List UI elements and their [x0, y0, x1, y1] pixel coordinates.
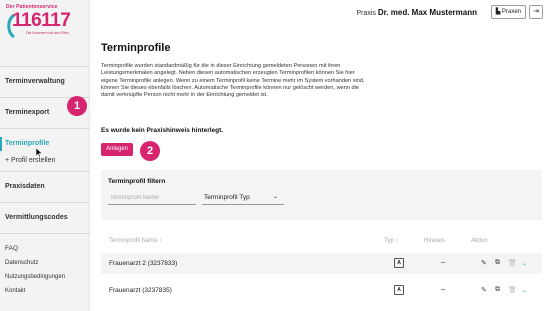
- profiles-table: Terminprofil Name ↕ Typ ↕ Hinweis Aktion…: [101, 232, 542, 301]
- chevron-down-icon[interactable]: ⌄: [522, 260, 527, 267]
- filter-title: Terminprofil filtern: [108, 178, 166, 185]
- praxen-button[interactable]: ▙ Praxen: [490, 5, 526, 19]
- sidebar-item-terminverwaltung[interactable]: Terminverwaltung: [0, 71, 90, 93]
- footer-link-datenschutz[interactable]: Datenschutz: [5, 256, 65, 270]
- row-name: Frauenarzt 2 (3237833): [109, 260, 178, 267]
- footer-link-kontakt[interactable]: Kontakt: [5, 284, 65, 298]
- divider: [0, 128, 90, 129]
- profile-type-select[interactable]: Terminprofil Typ ⌄: [202, 191, 284, 205]
- row-name: Frauenarzt (3237835): [109, 287, 172, 294]
- annotation-badge-2: 2: [140, 141, 160, 161]
- top-header: Praxis Dr. med. Max Mustermann ▙ Praxen …: [90, 0, 549, 26]
- footer-link-nutzungsbedingungen[interactable]: Nutzungsbedingungen: [5, 270, 65, 284]
- edit-pencil-icon[interactable]: ✎: [481, 286, 487, 294]
- column-header-aktion: Aktion: [471, 238, 488, 244]
- sidebar: Der Patientenservice 116117 Die Nummern …: [0, 0, 90, 311]
- table-header: Terminprofil Name ↕ Typ ↕ Hinweis Aktion: [101, 232, 542, 250]
- sidebar-item-vermittlungscodes[interactable]: Vermittlungscodes: [0, 207, 90, 229]
- logo-sub-text: Die Nummern mit den Elfen: [26, 31, 69, 35]
- logout-button[interactable]: ⇥: [529, 5, 543, 19]
- building-icon: ▙: [495, 9, 501, 15]
- column-header-hinweis: Hinweis: [424, 238, 446, 244]
- table-row[interactable]: Frauenarzt (3237835) A – ✎ ⧉ 🗑 ⌄: [101, 280, 542, 301]
- divider: [0, 171, 90, 172]
- type-badge: A: [394, 258, 404, 268]
- divider: [0, 233, 90, 234]
- chevron-down-icon: ⌄: [272, 194, 278, 200]
- footer-link-faq[interactable]: FAQ: [5, 242, 65, 256]
- edit-pencil-icon[interactable]: ✎: [481, 259, 487, 267]
- logo[interactable]: Der Patientenservice 116117 Die Nummern …: [6, 4, 86, 50]
- page-title: Terminprofile: [101, 42, 171, 54]
- mouse-cursor-icon: [35, 148, 43, 158]
- trash-icon[interactable]: 🗑: [508, 286, 517, 294]
- divider: [0, 202, 90, 203]
- row-hinweis: –: [441, 286, 445, 293]
- profile-name-filter-input[interactable]: [108, 191, 196, 205]
- praxis-hint: Es wurde kein Praxishinweis hinterlegt.: [101, 127, 224, 134]
- copy-icon[interactable]: ⧉: [495, 259, 500, 267]
- sidebar-item-praxisdaten[interactable]: Praxisdaten: [0, 176, 90, 198]
- type-badge: A: [394, 285, 404, 295]
- sidebar-item-terminprofile[interactable]: Terminprofile: [0, 133, 90, 155]
- trash-icon[interactable]: 🗑: [508, 259, 517, 267]
- praxis-info: Praxis Dr. med. Max Mustermann: [356, 8, 477, 17]
- praxis-label: Praxis: [356, 10, 376, 17]
- praxis-name: Dr. med. Max Mustermann: [377, 8, 477, 17]
- filter-panel: Terminprofil filtern Terminprofil Typ ⌄: [101, 170, 542, 220]
- annotation-badge-1: 1: [67, 96, 87, 116]
- footer-links: FAQ Datenschutz Nutzungsbedingungen Kont…: [5, 242, 65, 298]
- sidebar-nav: Terminverwaltung Terminexport Terminprof…: [0, 62, 90, 238]
- logo-number: 116117: [12, 10, 71, 31]
- profile-type-select-label: Terminprofil Typ: [204, 194, 250, 201]
- logout-icon: ⇥: [533, 8, 539, 15]
- copy-icon[interactable]: ⧉: [495, 286, 500, 294]
- praxen-button-label: Praxen: [501, 9, 521, 15]
- column-header-typ[interactable]: Typ ↕: [384, 238, 398, 244]
- anlegen-button[interactable]: Anlegen: [101, 143, 133, 156]
- divider: [0, 66, 90, 67]
- sidebar-subitem-profil-erstellen[interactable]: + Profil erstellen: [0, 155, 90, 167]
- page-description: Terminprofile wurden standardmäßig für d…: [101, 63, 365, 99]
- column-header-name[interactable]: Terminprofil Name ↕: [109, 238, 162, 244]
- table-row[interactable]: Frauenarzt 2 (3237833) A – ✎ ⧉ 🗑 ⌄: [101, 253, 542, 274]
- row-hinweis: –: [441, 259, 445, 266]
- chevron-down-icon[interactable]: ⌄: [522, 287, 527, 294]
